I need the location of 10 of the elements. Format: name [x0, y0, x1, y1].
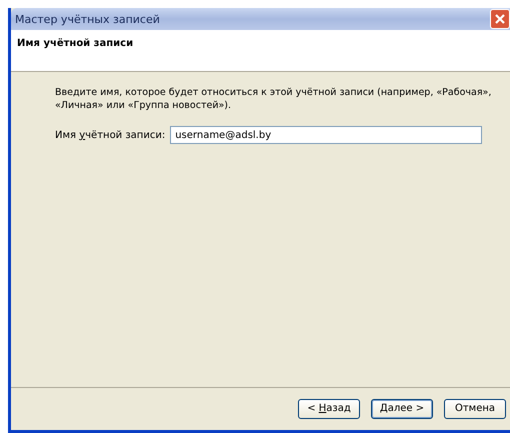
field-label: Имя учётной записи: [55, 130, 166, 140]
close-icon [494, 13, 506, 25]
account-name-field[interactable]: username@adsl.by [170, 126, 482, 144]
page-heading: Имя учётной записи [17, 38, 134, 49]
dialog-button[interactable]: < Назад [298, 398, 360, 418]
description-text: Введите имя, которое будет относиться к этой учётной записи (например, «Рабочая», «Личная» или «Группа новостей»). [55, 86, 492, 112]
window-title: Мастер учётных записей [15, 12, 161, 26]
dialog-button[interactable]: Отмена [444, 398, 506, 418]
dialog-button[interactable]: Далее > [371, 398, 433, 418]
close-button[interactable] [490, 9, 510, 29]
